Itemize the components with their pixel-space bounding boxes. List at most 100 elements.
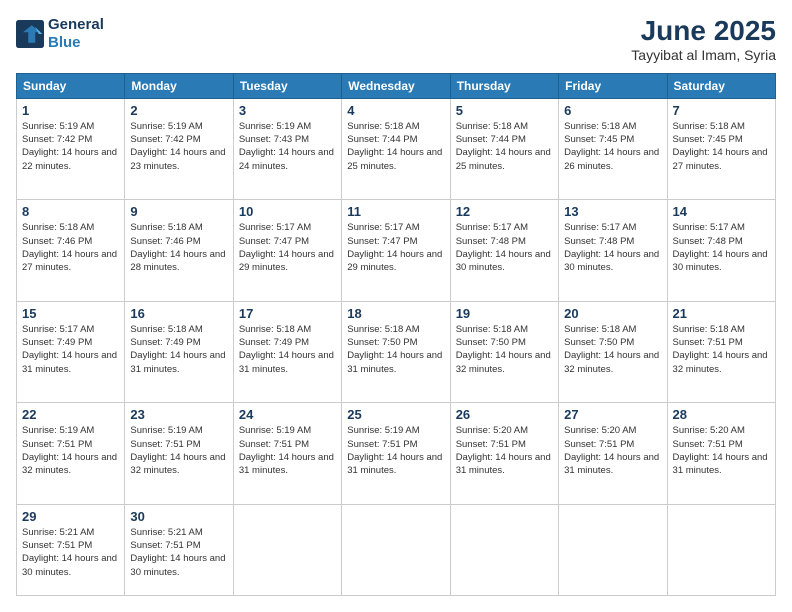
day-number: 20 — [564, 306, 661, 321]
day-number: 1 — [22, 103, 119, 118]
calendar-week-row: 8 Sunrise: 5:18 AM Sunset: 7:46 PM Dayli… — [17, 200, 776, 301]
page: GeneralBlue June 2025 Tayyibat al Imam, … — [0, 0, 792, 612]
col-monday: Monday — [125, 73, 233, 98]
day-number: 29 — [22, 509, 119, 524]
day-info: Sunrise: 5:19 AM Sunset: 7:51 PM Dayligh… — [130, 424, 227, 477]
day-number: 8 — [22, 204, 119, 219]
day-info: Sunrise: 5:17 AM Sunset: 7:48 PM Dayligh… — [456, 221, 553, 274]
col-sunday: Sunday — [17, 73, 125, 98]
day-number: 30 — [130, 509, 227, 524]
col-wednesday: Wednesday — [342, 73, 450, 98]
calendar-week-row: 22 Sunrise: 5:19 AM Sunset: 7:51 PM Dayl… — [17, 403, 776, 504]
calendar-table: Sunday Monday Tuesday Wednesday Thursday… — [16, 73, 776, 596]
col-tuesday: Tuesday — [233, 73, 341, 98]
day-info: Sunrise: 5:18 AM Sunset: 7:46 PM Dayligh… — [130, 221, 227, 274]
table-row: 12 Sunrise: 5:17 AM Sunset: 7:48 PM Dayl… — [450, 200, 558, 301]
title-block: June 2025 Tayyibat al Imam, Syria — [631, 16, 776, 63]
logo-text: GeneralBlue — [48, 16, 104, 52]
calendar-week-row: 29 Sunrise: 5:21 AM Sunset: 7:51 PM Dayl… — [17, 504, 776, 595]
day-number: 22 — [22, 407, 119, 422]
table-row: 5 Sunrise: 5:18 AM Sunset: 7:44 PM Dayli… — [450, 98, 558, 199]
day-number: 23 — [130, 407, 227, 422]
day-number: 5 — [456, 103, 553, 118]
day-number: 12 — [456, 204, 553, 219]
day-number: 13 — [564, 204, 661, 219]
day-number: 11 — [347, 204, 444, 219]
day-number: 10 — [239, 204, 336, 219]
day-number: 6 — [564, 103, 661, 118]
table-row — [667, 504, 775, 595]
day-number: 24 — [239, 407, 336, 422]
table-row: 29 Sunrise: 5:21 AM Sunset: 7:51 PM Dayl… — [17, 504, 125, 595]
table-row — [342, 504, 450, 595]
day-info: Sunrise: 5:17 AM Sunset: 7:49 PM Dayligh… — [22, 323, 119, 376]
col-saturday: Saturday — [667, 73, 775, 98]
day-number: 14 — [673, 204, 770, 219]
col-friday: Friday — [559, 73, 667, 98]
day-info: Sunrise: 5:20 AM Sunset: 7:51 PM Dayligh… — [456, 424, 553, 477]
day-info: Sunrise: 5:18 AM Sunset: 7:50 PM Dayligh… — [347, 323, 444, 376]
table-row: 25 Sunrise: 5:19 AM Sunset: 7:51 PM Dayl… — [342, 403, 450, 504]
table-row — [450, 504, 558, 595]
table-row: 1 Sunrise: 5:19 AM Sunset: 7:42 PM Dayli… — [17, 98, 125, 199]
table-row: 13 Sunrise: 5:17 AM Sunset: 7:48 PM Dayl… — [559, 200, 667, 301]
day-info: Sunrise: 5:19 AM Sunset: 7:42 PM Dayligh… — [22, 120, 119, 173]
day-info: Sunrise: 5:18 AM Sunset: 7:50 PM Dayligh… — [564, 323, 661, 376]
table-row: 3 Sunrise: 5:19 AM Sunset: 7:43 PM Dayli… — [233, 98, 341, 199]
logo: GeneralBlue — [16, 16, 104, 52]
day-info: Sunrise: 5:21 AM Sunset: 7:51 PM Dayligh… — [22, 526, 119, 579]
location-title: Tayyibat al Imam, Syria — [631, 47, 776, 63]
table-row: 26 Sunrise: 5:20 AM Sunset: 7:51 PM Dayl… — [450, 403, 558, 504]
table-row: 21 Sunrise: 5:18 AM Sunset: 7:51 PM Dayl… — [667, 301, 775, 402]
day-number: 19 — [456, 306, 553, 321]
table-row: 19 Sunrise: 5:18 AM Sunset: 7:50 PM Dayl… — [450, 301, 558, 402]
calendar-header-row: Sunday Monday Tuesday Wednesday Thursday… — [17, 73, 776, 98]
day-info: Sunrise: 5:17 AM Sunset: 7:47 PM Dayligh… — [239, 221, 336, 274]
day-info: Sunrise: 5:19 AM Sunset: 7:43 PM Dayligh… — [239, 120, 336, 173]
table-row — [233, 504, 341, 595]
day-info: Sunrise: 5:19 AM Sunset: 7:42 PM Dayligh… — [130, 120, 227, 173]
table-row: 17 Sunrise: 5:18 AM Sunset: 7:49 PM Dayl… — [233, 301, 341, 402]
month-title: June 2025 — [631, 16, 776, 47]
logo-blue-text: Blue — [48, 34, 81, 51]
day-info: Sunrise: 5:18 AM Sunset: 7:45 PM Dayligh… — [673, 120, 770, 173]
day-number: 7 — [673, 103, 770, 118]
header: GeneralBlue June 2025 Tayyibat al Imam, … — [16, 16, 776, 63]
day-number: 28 — [673, 407, 770, 422]
table-row: 22 Sunrise: 5:19 AM Sunset: 7:51 PM Dayl… — [17, 403, 125, 504]
day-number: 17 — [239, 306, 336, 321]
day-info: Sunrise: 5:18 AM Sunset: 7:49 PM Dayligh… — [130, 323, 227, 376]
calendar-week-row: 15 Sunrise: 5:17 AM Sunset: 7:49 PM Dayl… — [17, 301, 776, 402]
day-info: Sunrise: 5:21 AM Sunset: 7:51 PM Dayligh… — [130, 526, 227, 579]
table-row: 15 Sunrise: 5:17 AM Sunset: 7:49 PM Dayl… — [17, 301, 125, 402]
day-info: Sunrise: 5:20 AM Sunset: 7:51 PM Dayligh… — [564, 424, 661, 477]
day-number: 15 — [22, 306, 119, 321]
day-number: 16 — [130, 306, 227, 321]
day-info: Sunrise: 5:18 AM Sunset: 7:45 PM Dayligh… — [564, 120, 661, 173]
table-row: 23 Sunrise: 5:19 AM Sunset: 7:51 PM Dayl… — [125, 403, 233, 504]
table-row: 7 Sunrise: 5:18 AM Sunset: 7:45 PM Dayli… — [667, 98, 775, 199]
table-row: 20 Sunrise: 5:18 AM Sunset: 7:50 PM Dayl… — [559, 301, 667, 402]
day-number: 18 — [347, 306, 444, 321]
table-row: 6 Sunrise: 5:18 AM Sunset: 7:45 PM Dayli… — [559, 98, 667, 199]
table-row: 28 Sunrise: 5:20 AM Sunset: 7:51 PM Dayl… — [667, 403, 775, 504]
table-row: 24 Sunrise: 5:19 AM Sunset: 7:51 PM Dayl… — [233, 403, 341, 504]
day-number: 25 — [347, 407, 444, 422]
day-info: Sunrise: 5:18 AM Sunset: 7:49 PM Dayligh… — [239, 323, 336, 376]
table-row: 8 Sunrise: 5:18 AM Sunset: 7:46 PM Dayli… — [17, 200, 125, 301]
table-row: 27 Sunrise: 5:20 AM Sunset: 7:51 PM Dayl… — [559, 403, 667, 504]
logo-icon — [16, 20, 44, 48]
table-row: 2 Sunrise: 5:19 AM Sunset: 7:42 PM Dayli… — [125, 98, 233, 199]
day-info: Sunrise: 5:17 AM Sunset: 7:47 PM Dayligh… — [347, 221, 444, 274]
day-info: Sunrise: 5:19 AM Sunset: 7:51 PM Dayligh… — [239, 424, 336, 477]
table-row: 11 Sunrise: 5:17 AM Sunset: 7:47 PM Dayl… — [342, 200, 450, 301]
day-number: 3 — [239, 103, 336, 118]
day-info: Sunrise: 5:18 AM Sunset: 7:51 PM Dayligh… — [673, 323, 770, 376]
table-row — [559, 504, 667, 595]
table-row: 30 Sunrise: 5:21 AM Sunset: 7:51 PM Dayl… — [125, 504, 233, 595]
day-number: 4 — [347, 103, 444, 118]
day-info: Sunrise: 5:17 AM Sunset: 7:48 PM Dayligh… — [564, 221, 661, 274]
day-info: Sunrise: 5:17 AM Sunset: 7:48 PM Dayligh… — [673, 221, 770, 274]
day-number: 26 — [456, 407, 553, 422]
day-info: Sunrise: 5:19 AM Sunset: 7:51 PM Dayligh… — [22, 424, 119, 477]
